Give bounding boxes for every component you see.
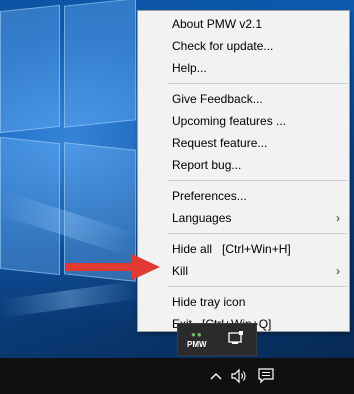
menu-item-label: Request feature...	[172, 136, 268, 150]
menu-item-label: Report bug...	[172, 158, 242, 172]
red-arrow-annotation	[66, 254, 160, 280]
menu-item-label: Upcoming features ...	[172, 114, 287, 128]
pmw-icon-dots: ●●	[191, 330, 203, 339]
menu-item-preferences[interactable]: Preferences...	[138, 185, 349, 207]
menu-item-label: About PMW v2.1	[172, 17, 263, 31]
menu-item-label: Kill	[172, 264, 189, 278]
menu-item-label: Give Feedback...	[172, 92, 263, 106]
arrow-shape	[66, 254, 160, 280]
menu-item-give-feedback[interactable]: Give Feedback...	[138, 88, 349, 110]
menu-item-about-pmw-v2-1[interactable]: About PMW v2.1	[138, 13, 349, 35]
menu-item-check-for-update[interactable]: Check for update...	[138, 35, 349, 57]
chevron-right-icon: ›	[336, 264, 340, 278]
menu-separator	[168, 83, 347, 84]
menu-item-kill[interactable]: Kill ›	[138, 260, 349, 282]
pmw-icon-label: PMW	[187, 340, 207, 349]
menu-item-help[interactable]: Help...	[138, 57, 349, 79]
menu-item-languages[interactable]: Languages ›	[138, 207, 349, 229]
speaker-icon[interactable]	[230, 367, 248, 385]
wallpaper-pane	[0, 4, 60, 134]
menu-separator	[168, 286, 347, 287]
menu-item-label: Languages	[172, 211, 232, 225]
menu-item-report-bug[interactable]: Report bug...	[138, 154, 349, 176]
chevron-up-icon[interactable]	[209, 367, 223, 385]
menu-item-shortcut: [Ctrl+Win+H]	[222, 242, 291, 256]
menu-item-label: Hide all	[172, 242, 213, 256]
menu-item-label: Check for update...	[172, 39, 274, 53]
menu-item-upcoming-features[interactable]: Upcoming features ...	[138, 110, 349, 132]
menu-separator	[168, 233, 347, 234]
wallpaper-pane	[64, 0, 136, 128]
menu-separator	[168, 180, 347, 181]
menu-item-request-feature[interactable]: Request feature...	[138, 132, 349, 154]
pmw-tray-icon[interactable]: ●● PMW	[184, 330, 212, 352]
menu-item-label: Hide tray icon	[172, 295, 246, 309]
action-center-icon[interactable]	[257, 367, 275, 385]
display-tray-icon[interactable]	[228, 331, 244, 345]
menu-item-label: Help...	[172, 61, 207, 75]
taskbar	[0, 358, 354, 394]
tray-overflow-popup: ●● PMW	[177, 323, 257, 356]
menu-item-hide-all[interactable]: Hide all [Ctrl+Win+H]	[138, 238, 349, 260]
tray-context-menu: About PMW v2.1 Check for update... Help...…	[137, 10, 350, 332]
menu-item-label: Preferences...	[172, 189, 247, 203]
chevron-right-icon: ›	[336, 211, 340, 225]
wallpaper-light-ray	[0, 280, 140, 318]
menu-item-hide-tray-icon[interactable]: Hide tray icon	[138, 291, 349, 313]
